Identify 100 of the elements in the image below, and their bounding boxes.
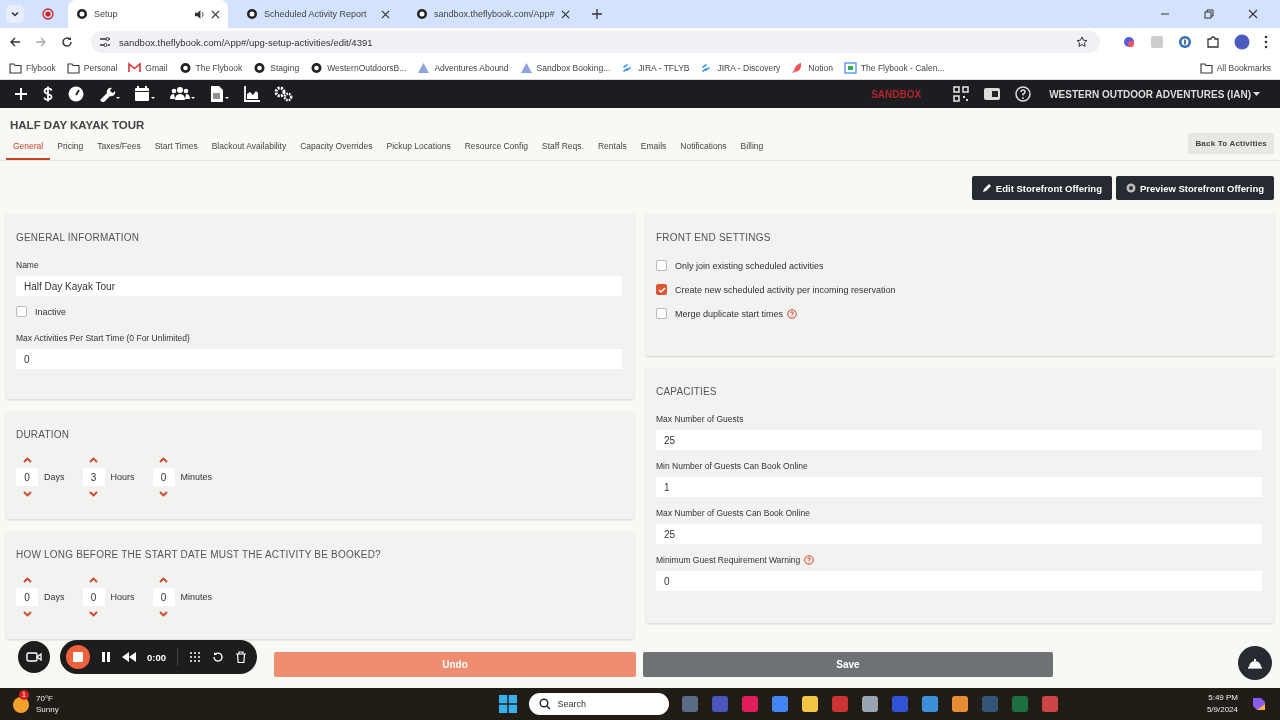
checkbox[interactable]	[656, 308, 667, 319]
trash-icon[interactable]	[235, 651, 247, 663]
preview-button[interactable]: Preview Storefront Offering	[1115, 176, 1274, 200]
increment-icon[interactable]	[159, 577, 169, 583]
tab-list-button[interactable]	[6, 5, 24, 23]
number-field[interactable]: 0	[16, 468, 38, 486]
document-icon[interactable]	[210, 86, 230, 102]
section-tab[interactable]: General	[6, 137, 51, 160]
gauge-icon[interactable]	[68, 86, 84, 102]
section-tab[interactable]: Billing	[733, 137, 771, 160]
section-tab[interactable]: Pickup Locations	[379, 137, 458, 160]
increment-icon[interactable]	[89, 577, 98, 583]
bookmark[interactable]: Flybook	[9, 61, 56, 74]
bookmark[interactable]: The Flybook	[178, 61, 243, 74]
bookmark[interactable]: Notion	[791, 61, 833, 74]
bookmark[interactable]: JIRA - TFLYB	[621, 61, 690, 74]
increment-icon[interactable]	[159, 457, 169, 463]
dollar-icon[interactable]	[42, 86, 54, 102]
app-icon[interactable]	[921, 695, 940, 713]
bookmark[interactable]: Adventures Abound	[417, 61, 509, 74]
bookmark[interactable]: The Flybook - Calen...	[843, 61, 945, 74]
app-icon[interactable]	[801, 695, 820, 713]
number-field[interactable]: 25	[656, 524, 1262, 544]
decrement-icon[interactable]	[22, 491, 32, 497]
close-icon[interactable]	[1248, 9, 1258, 19]
settings-icon[interactable]	[274, 86, 294, 102]
checkbox[interactable]	[16, 306, 27, 317]
section-tab[interactable]: Rentals	[590, 137, 634, 160]
stop-button[interactable]	[66, 645, 90, 669]
browser-tab[interactable]: sandbox.theflybook.com/App#	[408, 0, 578, 28]
bookmark[interactable]: Sandbox Booking...	[519, 61, 611, 74]
increment-icon[interactable]	[22, 457, 32, 463]
close-icon[interactable]	[211, 9, 220, 19]
section-tab[interactable]: Blackout Availability	[204, 137, 294, 160]
number-field[interactable]: 0	[152, 588, 175, 606]
site-settings-icon[interactable]	[99, 36, 111, 48]
section-tab[interactable]: Notifications	[673, 137, 734, 160]
decrement-icon[interactable]	[159, 491, 169, 497]
ticket-icon[interactable]	[983, 87, 1002, 101]
decrement-icon[interactable]	[22, 611, 32, 617]
star-icon[interactable]	[1076, 36, 1088, 48]
caret-icon[interactable]	[1253, 91, 1260, 97]
all-bookmarks-button[interactable]: All Bookmarks	[1199, 61, 1271, 74]
close-icon[interactable]	[560, 9, 570, 19]
section-tab[interactable]: Pricing	[50, 137, 91, 160]
camera-button[interactable]	[18, 641, 50, 673]
pause-icon[interactable]	[101, 651, 111, 663]
new-tab-icon[interactable]	[591, 9, 602, 19]
plus-icon[interactable]	[14, 87, 28, 101]
users-icon[interactable]	[170, 86, 196, 102]
extension-icon[interactable]	[1122, 35, 1136, 49]
grid-icon[interactable]	[189, 651, 201, 663]
decrement-icon[interactable]	[159, 611, 169, 617]
restart-icon[interactable]	[212, 651, 224, 663]
section-tab[interactable]: Resource Config	[457, 137, 536, 160]
app-icon[interactable]	[951, 695, 970, 713]
rewind-icon[interactable]	[122, 652, 136, 662]
restore-icon[interactable]	[1204, 9, 1214, 19]
section-tab[interactable]: Emails	[633, 137, 674, 160]
search-input[interactable]: Search	[557, 695, 660, 713]
extension-icon[interactable]	[1178, 35, 1192, 49]
account-menu[interactable]: WESTERN OUTDOOR ADVENTURES (IAN)	[1049, 88, 1251, 100]
calendar-icon[interactable]	[134, 86, 156, 102]
bookmark[interactable]: WesternOutdoorsB...	[310, 61, 407, 74]
puzzle-icon[interactable]	[1206, 35, 1220, 49]
number-field[interactable]: 3	[82, 468, 105, 486]
avatar-icon[interactable]	[1234, 34, 1250, 50]
browser-tab[interactable]: Scheduled Activity Report	[238, 0, 398, 28]
windows-icon[interactable]	[499, 695, 518, 713]
number-field[interactable]: 25	[656, 430, 1262, 450]
edit-button[interactable]: Edit Storefront Offering	[971, 176, 1112, 200]
bookmark[interactable]: Personal	[66, 61, 118, 74]
support-button[interactable]	[1238, 646, 1272, 680]
back-icon[interactable]	[9, 36, 21, 48]
chart-icon[interactable]	[244, 86, 260, 102]
number-field[interactable]: 1	[656, 477, 1262, 497]
speaker-icon[interactable]	[194, 8, 205, 20]
app-icon[interactable]	[771, 695, 790, 713]
address-field[interactable]: sandbox.theflybook.com/App#/upg-setup-activities/edit/4391	[91, 31, 1100, 53]
menu-icon[interactable]	[1264, 35, 1268, 49]
browser-tab[interactable]: Setup	[68, 0, 228, 28]
app-icon[interactable]	[861, 695, 880, 713]
decrement-icon[interactable]	[89, 611, 98, 617]
close-icon[interactable]	[381, 9, 390, 19]
reload-icon[interactable]	[61, 36, 73, 48]
save-button[interactable]: Save	[643, 652, 1053, 677]
bookmark[interactable]: Staging	[253, 61, 300, 74]
section-tab[interactable]: Capacity Overrides	[293, 137, 380, 160]
number-field[interactable]: 0	[656, 571, 1262, 591]
back-button[interactable]: Back To Activities	[1188, 133, 1274, 154]
increment-icon[interactable]	[22, 577, 32, 583]
name-field[interactable]: Half Day Kayak Tour	[16, 276, 622, 296]
section-tab[interactable]: Staff Reqs.	[535, 137, 591, 160]
record-icon[interactable]	[42, 8, 54, 20]
number-field[interactable]: 0	[16, 588, 38, 606]
search-field[interactable]: Search	[529, 693, 670, 715]
number-field[interactable]: 0	[82, 588, 105, 606]
checkbox[interactable]	[656, 284, 667, 295]
section-tab[interactable]: Start Times	[147, 137, 205, 160]
decrement-icon[interactable]	[89, 491, 98, 497]
